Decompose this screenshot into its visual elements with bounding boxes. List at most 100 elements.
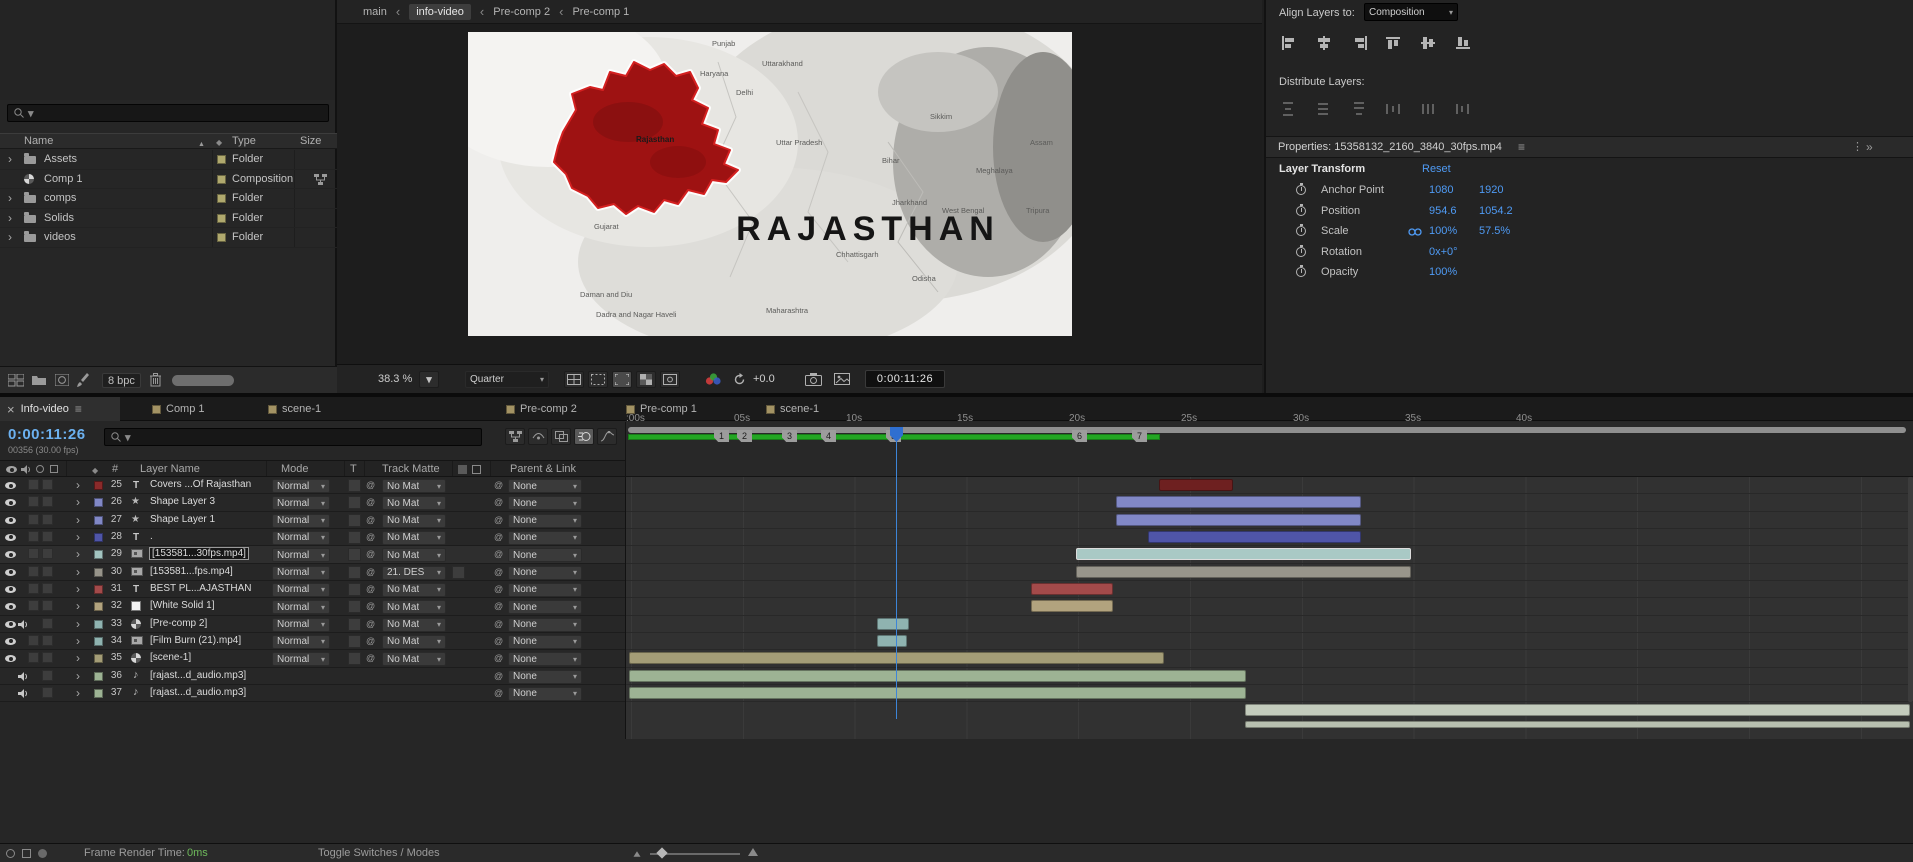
distribute-right-icon[interactable] xyxy=(1453,100,1475,118)
align-left-icon[interactable] xyxy=(1278,34,1300,52)
layer-duration-bar[interactable] xyxy=(1148,531,1361,543)
label-color-chip[interactable] xyxy=(217,214,226,223)
layer-name[interactable]: [White Solid 1] xyxy=(150,600,214,611)
layer-duration-bar[interactable] xyxy=(877,635,907,647)
label-color-chip[interactable] xyxy=(94,602,103,611)
matte-pickwhip-icon[interactable] xyxy=(366,531,375,543)
expand-arrow-icon[interactable] xyxy=(76,513,80,527)
table-row[interactable]: 37 [rajast...d_audio.mp3] None xyxy=(0,685,625,702)
layer-name[interactable]: . xyxy=(150,531,153,542)
breadcrumb-item-pre-comp-1[interactable]: Pre-comp 1 xyxy=(572,6,629,18)
parent-dropdown[interactable]: None xyxy=(508,600,582,614)
table-row[interactable]: 29 [153581...30fps.mp4] Normal No Mat No… xyxy=(0,546,625,563)
current-timecode[interactable]: 0:00:11:26 xyxy=(8,426,86,443)
visibility-eye-icon[interactable] xyxy=(5,638,16,645)
track-matte-dropdown[interactable]: No Mat xyxy=(382,600,446,614)
trkmat-toggle[interactable] xyxy=(348,479,361,492)
label-color-chip[interactable] xyxy=(94,481,103,490)
t-column-header[interactable]: T xyxy=(350,463,357,475)
channel-colors-icon[interactable] xyxy=(705,373,721,386)
table-row[interactable]: 26 Shape Layer 3 Normal No Mat None xyxy=(0,494,625,511)
panel-menu-icon[interactable] xyxy=(1518,140,1525,154)
blend-mode-dropdown[interactable]: Normal xyxy=(272,618,330,632)
mode-column-header[interactable]: Mode xyxy=(281,463,309,475)
visibility-eye-icon[interactable] xyxy=(5,569,16,576)
expand-arrow-icon[interactable] xyxy=(76,686,80,700)
trkmat-toggle[interactable] xyxy=(348,566,361,579)
label-color-chip[interactable] xyxy=(94,533,103,542)
trkmat-toggle[interactable] xyxy=(348,583,361,596)
trkmat-toggle[interactable] xyxy=(348,600,361,613)
breadcrumb-item-main[interactable]: main xyxy=(363,6,387,18)
expand-arrow-icon[interactable] xyxy=(8,230,12,244)
tab-pre-comp-2[interactable]: Pre-comp 2 xyxy=(506,397,577,421)
matte-pickwhip-icon[interactable] xyxy=(366,600,375,612)
table-row[interactable]: 27 Shape Layer 1 Normal No Mat None xyxy=(0,512,625,529)
parent-pickwhip-icon[interactable] xyxy=(494,479,503,491)
label-color-chip[interactable] xyxy=(94,550,103,559)
timeline-navigator-bar[interactable] xyxy=(628,427,1906,433)
layer-duration-bar[interactable] xyxy=(877,618,909,630)
property-value-x[interactable]: 100% xyxy=(1429,225,1457,237)
tab-label[interactable]: scene-1 xyxy=(282,403,321,415)
zoom-level[interactable]: 38.3 % xyxy=(378,373,412,385)
table-row[interactable]: 25 Covers ...Of Rajasthan Normal No Mat … xyxy=(0,477,625,494)
parent-link-column-header[interactable]: Parent & Link xyxy=(510,463,576,475)
project-row-solids[interactable]: Solids Folder xyxy=(0,209,337,229)
parent-pickwhip-icon[interactable] xyxy=(494,618,503,630)
property-value-y[interactable]: 57.5% xyxy=(1479,225,1510,237)
tab-info-video[interactable]: Info-video xyxy=(0,397,120,421)
stopwatch-icon[interactable] xyxy=(1296,226,1306,236)
layer-transform-section-label[interactable]: Layer Transform xyxy=(1279,163,1365,175)
trkmat-toggle[interactable] xyxy=(348,514,361,527)
matte-pickwhip-icon[interactable] xyxy=(366,496,375,508)
expand-arrow-icon[interactable] xyxy=(76,547,80,561)
modes-icon[interactable] xyxy=(472,465,481,474)
parent-pickwhip-icon[interactable] xyxy=(494,566,503,578)
distribute-left-icon[interactable] xyxy=(1383,100,1405,118)
region-of-interest-icon[interactable] xyxy=(612,371,632,388)
layer-duration-bar[interactable] xyxy=(1076,566,1411,578)
layer-name[interactable]: [153581...fps.mp4] xyxy=(150,566,233,577)
track-matte-column-header[interactable]: Track Matte xyxy=(382,463,440,475)
table-row[interactable]: 35 [scene-1] Normal No Mat None xyxy=(0,650,625,667)
layer-name[interactable]: Shape Layer 3 xyxy=(150,496,215,507)
resolution-dropdown[interactable]: Quarter xyxy=(465,371,549,388)
layer-name[interactable]: Shape Layer 1 xyxy=(150,514,215,525)
property-value-x[interactable]: 1080 xyxy=(1429,184,1453,196)
blend-mode-dropdown[interactable]: Normal xyxy=(272,635,330,649)
label-column-icon[interactable] xyxy=(92,464,98,476)
visibility-eye-icon[interactable] xyxy=(5,499,16,506)
motion-blur-icon[interactable] xyxy=(574,428,594,445)
property-value[interactable]: 0x+0° xyxy=(1429,246,1458,258)
blend-mode-dropdown[interactable]: Normal xyxy=(272,531,330,545)
blend-mode-dropdown[interactable]: Normal xyxy=(272,496,330,510)
link-dimensions-icon[interactable] xyxy=(1408,228,1422,236)
distribute-top-icon[interactable] xyxy=(1278,100,1300,118)
item-name[interactable]: Comp 1 xyxy=(44,173,83,185)
trkmat-toggle[interactable] xyxy=(348,652,361,665)
label-color-chip[interactable] xyxy=(94,568,103,577)
project-search-input[interactable] xyxy=(7,104,329,122)
graph-editor-icon[interactable] xyxy=(597,428,617,445)
layer-name[interactable]: [153581...30fps.mp4] xyxy=(150,548,248,559)
property-value-x[interactable]: 954.6 xyxy=(1429,205,1457,217)
item-name[interactable]: Assets xyxy=(44,153,77,165)
show-snapshot-icon[interactable] xyxy=(834,372,850,386)
layer-name[interactable]: [Pre-comp 2] xyxy=(150,618,207,629)
label-color-chip[interactable] xyxy=(94,585,103,594)
audio-speaker-icon[interactable] xyxy=(18,620,28,629)
mask-visibility-icon[interactable] xyxy=(588,371,608,388)
label-color-chip[interactable] xyxy=(94,516,103,525)
column-size[interactable]: Size xyxy=(300,135,321,147)
distribute-bottom-icon[interactable] xyxy=(1349,100,1371,118)
stopwatch-icon[interactable] xyxy=(1296,185,1306,195)
render-status-icon[interactable] xyxy=(38,849,47,858)
matte-pickwhip-icon[interactable] xyxy=(366,652,375,664)
playhead-line[interactable] xyxy=(896,441,897,719)
tab-comp-1[interactable]: Comp 1 xyxy=(152,397,205,421)
tab-label[interactable]: Comp 1 xyxy=(166,403,205,415)
table-row[interactable]: 31 BEST PL...AJASTHAN Normal No Mat None xyxy=(0,581,625,598)
label-color-chip[interactable] xyxy=(94,498,103,507)
expand-arrow-icon[interactable] xyxy=(76,582,80,596)
